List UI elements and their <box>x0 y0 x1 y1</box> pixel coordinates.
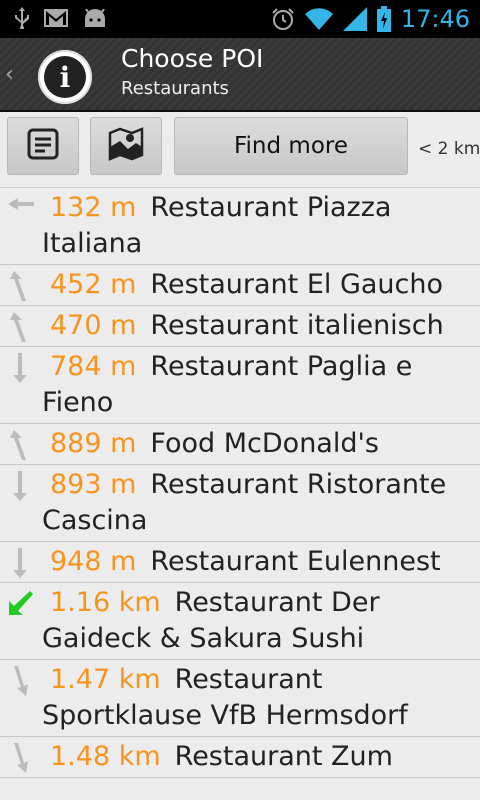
poi-list[interactable]: 132 m Restaurant Piazza Italiana 452 m Res… <box>0 188 480 778</box>
find-more-button[interactable]: Find more <box>174 117 408 175</box>
notes-button[interactable] <box>7 117 79 175</box>
poi-name: Food McDonald's <box>150 428 379 459</box>
signal-icon <box>342 7 367 31</box>
action-bar: ‹ i Choose POI Restaurants <box>0 38 480 112</box>
info-icon[interactable]: i <box>38 50 92 104</box>
arrow-up-icon <box>6 428 36 462</box>
poi-name: Restaurant Eulennest <box>150 546 441 577</box>
list-item[interactable]: 948 m Restaurant Eulennest <box>0 542 480 583</box>
list-item[interactable]: 1.48 km Restaurant Zum <box>0 737 480 778</box>
poi-distance: 893 m <box>50 469 137 500</box>
poi-distance: 889 m <box>50 428 137 459</box>
page-title: Choose POI <box>121 44 264 73</box>
up-caret-icon[interactable]: ‹ <box>5 62 14 87</box>
status-bar: 17:46 <box>0 0 480 38</box>
arrow-up-icon <box>6 310 36 344</box>
arrow-up-icon <box>6 269 36 303</box>
list-item[interactable]: 1.47 km Restaurant Sportklause VfB Hermsd… <box>0 660 480 737</box>
map-button[interactable] <box>90 117 162 175</box>
arrow-down-icon <box>6 546 36 580</box>
toolbar: Find more < 2 km <box>0 112 480 188</box>
arrow-down-icon <box>6 741 36 775</box>
arrow-down-icon <box>6 664 36 698</box>
poi-distance: 470 m <box>50 310 137 341</box>
list-item[interactable]: 452 m Restaurant El Gaucho <box>0 265 480 306</box>
map-icon <box>108 127 144 165</box>
poi-distance: 452 m <box>50 269 137 300</box>
page-subtitle: Restaurants <box>121 78 229 99</box>
arrow-left-icon <box>6 192 36 226</box>
poi-distance: 1.48 km <box>50 741 161 772</box>
battery-icon <box>376 6 391 32</box>
list-item[interactable]: 889 m Food McDonald's <box>0 424 480 465</box>
gmail-icon <box>44 9 68 27</box>
poi-distance: 1.16 km <box>50 587 161 618</box>
clock: 17:46 <box>400 5 470 33</box>
usb-icon <box>14 7 30 29</box>
poi-distance: 948 m <box>50 546 137 577</box>
list-item[interactable]: 893 m Restaurant Ristorante Cascina <box>0 465 480 542</box>
wifi-icon <box>304 8 333 30</box>
notes-icon <box>26 127 60 165</box>
poi-name: Restaurant italienisch <box>150 310 444 341</box>
list-item[interactable]: 784 m Restaurant Paglia e Fieno <box>0 347 480 424</box>
poi-name: Restaurant Zum <box>174 741 393 772</box>
arrow-down-icon <box>6 351 36 385</box>
list-item[interactable]: 1.16 km Restaurant Der Gaideck & Sakura S… <box>0 583 480 660</box>
range-label: < 2 km <box>418 139 480 159</box>
list-item[interactable]: 470 m Restaurant italienisch <box>0 306 480 347</box>
alarm-icon <box>271 7 295 31</box>
android-icon <box>82 9 108 27</box>
arrow-down-left-green-icon <box>6 587 36 621</box>
list-item[interactable]: 132 m Restaurant Piazza Italiana <box>0 188 480 265</box>
poi-distance: 1.47 km <box>50 664 161 695</box>
arrow-down-icon <box>6 469 36 503</box>
poi-name: Restaurant El Gaucho <box>150 269 444 300</box>
poi-distance: 784 m <box>50 351 137 382</box>
poi-distance: 132 m <box>50 192 137 223</box>
